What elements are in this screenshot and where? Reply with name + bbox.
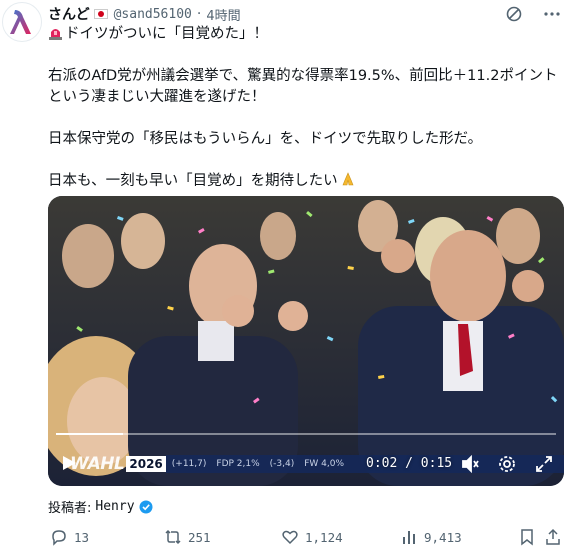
video-progress-track[interactable] xyxy=(56,433,556,435)
video-player[interactable]: WAHL 2026 (+11,7) FDP 2,1% (-3,4) FW 4,0… xyxy=(48,196,564,486)
like-button[interactable]: 1,124 xyxy=(281,528,343,546)
time-separator: / xyxy=(405,456,413,471)
ticker-item: (+11,7) xyxy=(171,459,207,469)
video-timecode: 0:02 / 0:15 xyxy=(366,456,452,471)
fullscreen-icon[interactable] xyxy=(534,454,554,474)
posted-by-name[interactable]: Henry xyxy=(95,499,134,514)
broadcast-ticker: WAHL 2026 (+11,7) FDP 2,1% (-3,4) FW 4,0… xyxy=(48,452,564,476)
volume-icon[interactable] xyxy=(460,454,480,474)
views-count: 9,413 xyxy=(424,529,462,545)
bookmark-button[interactable] xyxy=(518,528,536,546)
settings-icon[interactable] xyxy=(497,454,517,474)
reply-count: 13 xyxy=(74,529,90,545)
action-bar: 13 251 1,124 9,413 xyxy=(48,526,564,548)
share-button[interactable] xyxy=(544,528,562,546)
video-frame xyxy=(48,196,564,486)
avatar-logo-icon xyxy=(10,10,31,34)
play-icon[interactable] xyxy=(60,454,78,472)
pray-icon xyxy=(342,172,354,186)
verified-icon xyxy=(139,500,153,513)
timestamp[interactable]: 4時間 xyxy=(206,5,240,24)
tweet-paragraph-4: 日本も、一刻も早い「目覚め」を期待したい xyxy=(48,171,563,192)
ticker-item: FDP 2,1% xyxy=(216,459,260,469)
reply-icon xyxy=(52,530,66,546)
duration: 0:15 xyxy=(420,456,453,471)
tweet-line-1: ドイツがついに「目覚めた」！ xyxy=(48,24,563,45)
ticker-year: 2026 xyxy=(126,456,166,472)
share-icon xyxy=(546,528,560,545)
author-handle[interactable]: @sand56100 xyxy=(114,7,192,22)
video-progress-fill xyxy=(56,433,123,435)
views-button[interactable]: 9,413 xyxy=(400,528,462,546)
posted-by: 投稿者: Henry xyxy=(48,497,153,516)
tweet-body: ドイツがついに「目覚めた」！ 右派のAfD党が州議会選挙で、驚異的な得票率19.… xyxy=(48,24,563,192)
repost-count: 251 xyxy=(188,529,211,545)
like-icon xyxy=(282,530,298,545)
header-actions xyxy=(504,4,562,24)
tweet-paragraph-3: 日本保守党の「移民はもういらん」を、ドイツで先取りした形だ。 xyxy=(48,131,483,147)
posted-by-label: 投稿者: xyxy=(48,501,92,516)
ticker-item: FW 4,0% xyxy=(304,459,345,469)
tweet-paragraph-4-text: 日本も、一刻も早い「目覚め」を期待したい xyxy=(48,173,338,189)
separator-dot: · xyxy=(196,6,202,22)
current-time: 0:02 xyxy=(366,456,398,471)
siren-icon xyxy=(49,29,62,40)
author-display-name[interactable]: さんど xyxy=(48,4,90,24)
more-icon[interactable] xyxy=(542,4,562,24)
bookmark-icon xyxy=(521,529,533,546)
reply-button[interactable]: 13 xyxy=(50,528,89,546)
tweet-line-1-text: ドイツがついに「目覚めた」！ xyxy=(65,26,268,42)
like-count: 1,124 xyxy=(305,529,343,545)
tweet-paragraph-2: 右派のAfD党が州議会選挙で、驚異的な得票率19.5%、前回比＋11.2ポイント… xyxy=(48,68,558,105)
ticker-item: (-3,4) xyxy=(269,459,295,469)
translate-icon[interactable] xyxy=(504,4,524,24)
views-icon xyxy=(403,531,415,544)
tweet-header: さんど @sand56100 · 4時間 xyxy=(48,4,562,24)
avatar[interactable] xyxy=(2,2,42,42)
repost-button[interactable]: 251 xyxy=(164,528,211,546)
japan-flag-icon xyxy=(93,9,108,19)
repost-icon xyxy=(165,529,181,545)
